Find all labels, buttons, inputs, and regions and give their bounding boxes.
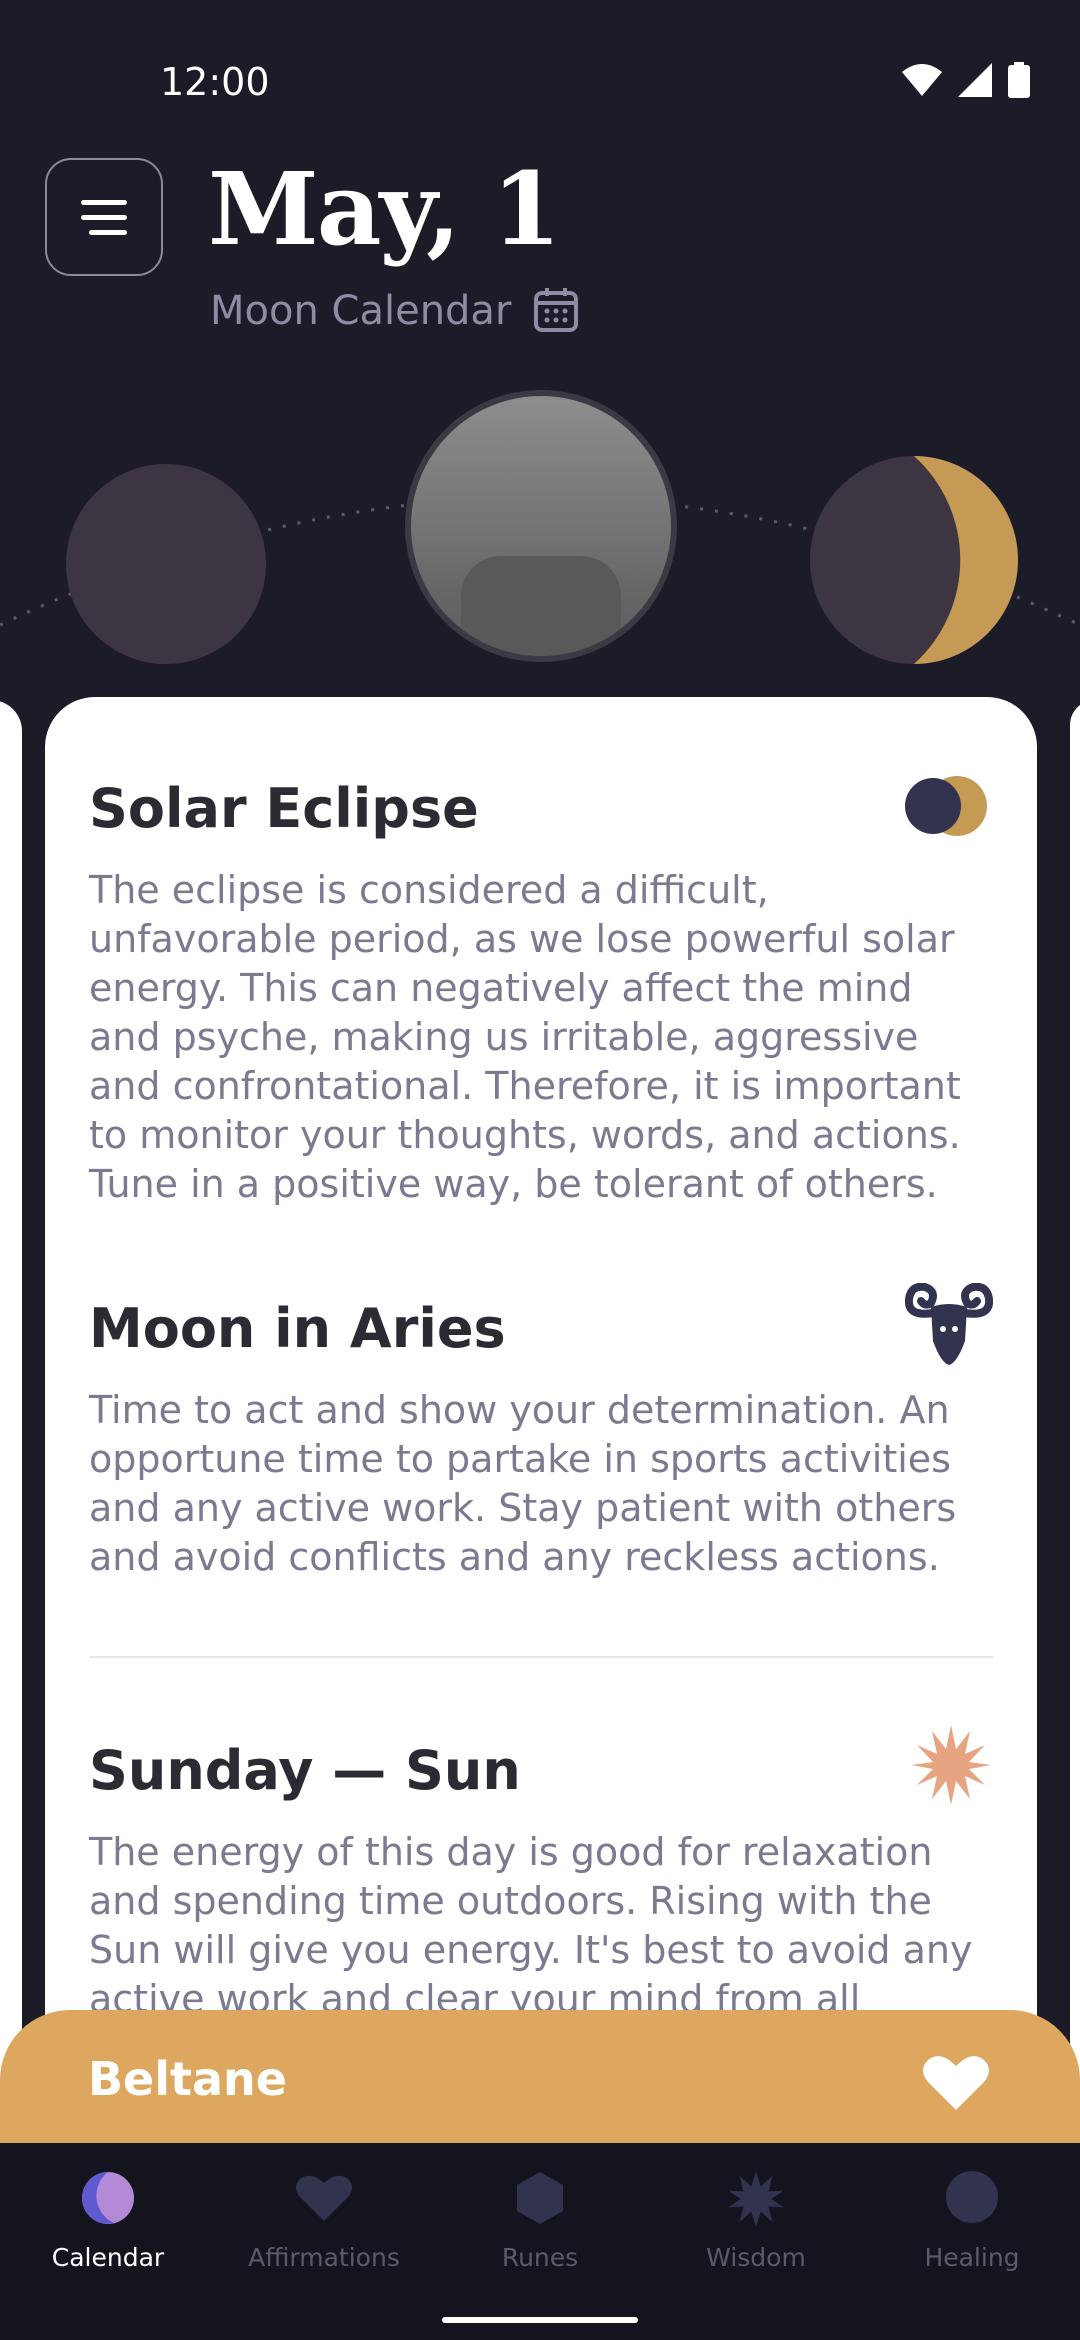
menu-icon bbox=[81, 199, 127, 205]
section-text: Time to act and show your determination.… bbox=[89, 1388, 957, 1579]
section-text: The eclipse is considered a difficult, u… bbox=[89, 868, 961, 1206]
section-text: The energy of this day is good for relax… bbox=[89, 1830, 973, 2021]
star-icon bbox=[728, 2171, 784, 2227]
nav-item-calendar[interactable]: Calendar bbox=[0, 2143, 216, 2340]
circle-icon bbox=[946, 2171, 998, 2223]
moon-previous[interactable] bbox=[66, 464, 266, 664]
moon-icon bbox=[82, 2172, 134, 2224]
heart-icon[interactable] bbox=[922, 2052, 990, 2112]
section-moon-in-aries: Moon in Aries Time to act and show your … bbox=[89, 1283, 993, 1582]
nav-label: Calendar bbox=[51, 2243, 165, 2272]
nav-label: Runes bbox=[501, 2243, 579, 2272]
nav-label: Affirmations bbox=[248, 2243, 400, 2272]
home-indicator[interactable] bbox=[442, 2317, 638, 2323]
sun-icon bbox=[911, 1725, 991, 1805]
nav-item-wisdom[interactable]: Wisdom bbox=[648, 2143, 864, 2340]
section-title: Moon in Aries bbox=[89, 1297, 506, 1360]
holiday-title: Beltane bbox=[88, 2052, 288, 2106]
previous-card-edge[interactable] bbox=[0, 700, 22, 2200]
moon-phase-carousel[interactable] bbox=[0, 380, 1080, 680]
hexagon-icon bbox=[517, 2172, 563, 2224]
status-time: 12:00 bbox=[160, 60, 270, 104]
menu-button[interactable] bbox=[45, 158, 163, 276]
section-title: Sunday — Sun bbox=[89, 1739, 521, 1802]
wifi-icon bbox=[902, 64, 942, 96]
section-divider bbox=[89, 1656, 993, 1658]
page-title: May, 1 bbox=[208, 150, 561, 268]
moon-current[interactable] bbox=[405, 390, 677, 662]
next-card-edge[interactable] bbox=[1070, 700, 1080, 2200]
section-sunday-sun: Sunday — Sun The energy of this day is g… bbox=[89, 1725, 993, 2024]
bottom-navigation: Calendar Affirmations Runes Wisdom Heali… bbox=[0, 2143, 1080, 2340]
day-info-card: Solar Eclipse The eclipse is considered … bbox=[45, 697, 1037, 2197]
status-icons bbox=[902, 62, 1030, 98]
moon-next[interactable] bbox=[808, 454, 1020, 666]
section-title: Solar Eclipse bbox=[89, 777, 479, 840]
nav-item-affirmations[interactable]: Affirmations bbox=[216, 2143, 432, 2340]
heart-icon bbox=[296, 2175, 352, 2221]
calendar-icon[interactable] bbox=[533, 287, 579, 333]
nav-label: Wisdom bbox=[706, 2243, 806, 2272]
section-solar-eclipse: Solar Eclipse The eclipse is considered … bbox=[89, 776, 993, 1209]
holiday-banner[interactable]: Beltane bbox=[0, 2010, 1080, 2145]
nav-label: Healing bbox=[924, 2243, 1020, 2272]
aries-icon bbox=[905, 1283, 993, 1365]
nav-item-runes[interactable]: Runes bbox=[432, 2143, 648, 2340]
signal-icon bbox=[958, 63, 992, 97]
battery-icon bbox=[1008, 62, 1030, 98]
page-subtitle: Moon Calendar bbox=[210, 288, 512, 334]
eclipse-icon bbox=[905, 776, 987, 836]
nav-item-healing[interactable]: Healing bbox=[864, 2143, 1080, 2340]
